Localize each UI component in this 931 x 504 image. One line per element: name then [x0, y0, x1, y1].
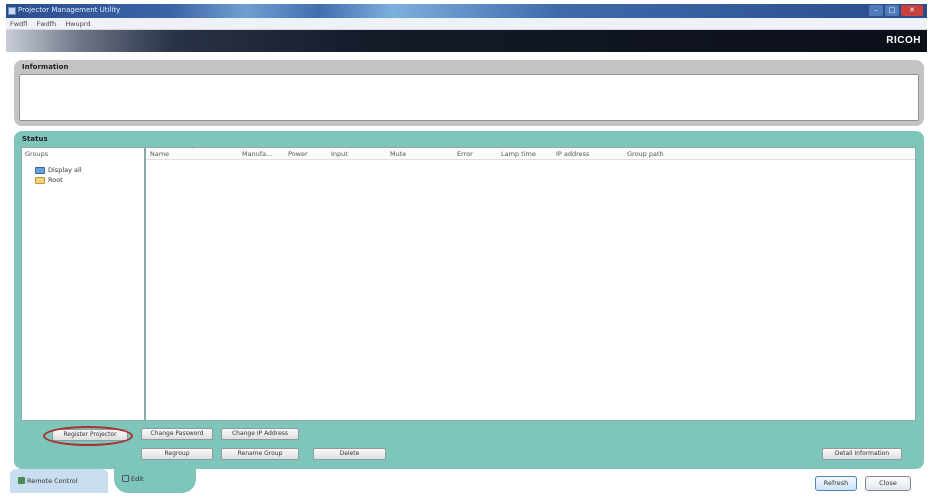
menu-bar: Fwdfl Fwdfh Hwuprd [6, 18, 927, 30]
tree-item-label: Display all [48, 166, 82, 174]
change-ip-address-button[interactable]: Change IP Address [221, 428, 299, 440]
change-password-button[interactable]: Change Password [141, 428, 213, 440]
column-header-error[interactable]: Error [457, 150, 473, 158]
status-panel: Status Groups Display all Root ˇ Name Ma… [14, 131, 924, 469]
tree-item-root[interactable]: Root [35, 176, 63, 184]
tree-item-display-all[interactable]: Display all [35, 166, 82, 174]
column-header-group-path[interactable]: Group path [627, 150, 664, 158]
information-box [19, 74, 919, 121]
folder-yellow-icon [35, 176, 45, 184]
window-title: Projector Management Utility [18, 6, 121, 14]
column-header-lamp-time[interactable]: Lamp time [501, 150, 536, 158]
tab-remote-control[interactable]: Remote Control [10, 469, 108, 493]
close-window-button[interactable]: ✕ [901, 5, 923, 16]
regroup-button[interactable]: Regroup [141, 448, 213, 460]
sort-indicator-icon: ˇ [191, 148, 194, 154]
remote-control-icon [18, 477, 25, 484]
list-header: ˇ Name Manufa... Power Input Mute Error … [146, 148, 915, 160]
window-controls: – □ ✕ [869, 5, 923, 16]
refresh-button[interactable]: Refresh [815, 476, 857, 491]
detail-information-button[interactable]: Detail Information [822, 448, 902, 460]
brand-logo: RICOH [886, 35, 921, 46]
tab-label: Remote Control [27, 477, 78, 485]
menu-item-2[interactable]: Fwdfh [33, 18, 60, 28]
brand-banner: RICOH [6, 30, 927, 52]
projector-list[interactable]: ˇ Name Manufa... Power Input Mute Error … [145, 147, 916, 421]
column-header-mute[interactable]: Mute [390, 150, 406, 158]
column-header-name[interactable]: Name [150, 150, 169, 158]
column-header-input[interactable]: Input [331, 150, 348, 158]
column-header-ip-address[interactable]: IP address [556, 150, 589, 158]
mode-tabs: Remote Control Edit [10, 467, 250, 493]
tab-label: Edit [131, 475, 144, 483]
register-projector-button[interactable]: Register Projector [52, 429, 128, 441]
delete-button[interactable]: Delete [313, 448, 386, 460]
information-panel: Information [14, 60, 924, 126]
edit-icon [122, 475, 129, 482]
close-button[interactable]: Close [865, 476, 911, 491]
window-titlebar: Projector Management Utility – □ ✕ [6, 4, 927, 18]
tree-item-label: Root [48, 176, 63, 184]
menu-item-3[interactable]: Hwuprd [61, 18, 93, 28]
menu-item-1[interactable]: Fwdfl [6, 18, 30, 28]
tab-edit[interactable]: Edit [114, 467, 196, 493]
status-title: Status [22, 135, 48, 143]
column-header-power[interactable]: Power [288, 150, 308, 158]
folder-blue-icon [35, 166, 45, 174]
rename-group-button[interactable]: Rename Group [221, 448, 299, 460]
groups-tree: Groups Display all Root [21, 147, 145, 421]
information-title: Information [22, 63, 69, 71]
groups-label: Groups [25, 150, 49, 158]
app-icon [8, 7, 16, 15]
maximize-button[interactable]: □ [885, 5, 899, 16]
column-header-manufacturer[interactable]: Manufa... [242, 150, 272, 158]
minimize-button[interactable]: – [869, 5, 883, 16]
